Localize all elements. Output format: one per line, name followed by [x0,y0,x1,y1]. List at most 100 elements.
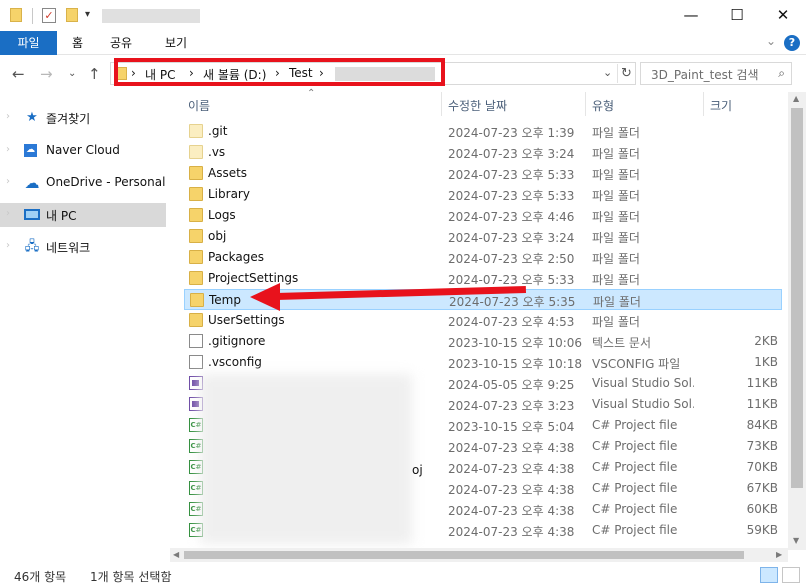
tab-home[interactable]: 홈 [72,31,83,55]
column-divider[interactable] [703,92,704,116]
scroll-up-icon[interactable]: ▲ [793,94,799,103]
table-row[interactable]: Assets 2024-07-23 오후 5:33 파일 폴더 [184,163,782,184]
expand-icon[interactable]: › [6,144,10,155]
nav-item-network[interactable]: › 🖧 네트워크 [0,235,166,259]
file-name: Assets [208,166,248,180]
file-type: Visual Studio Sol... [592,397,694,411]
folder-icon [189,187,203,201]
vertical-scroll-thumb[interactable] [791,108,803,488]
table-row[interactable]: obj 2024-07-23 오후 3:24 파일 폴더 [184,226,782,247]
window-title-redacted [102,9,200,23]
file-type: Visual Studio Sol... [592,376,694,390]
maximize-button[interactable]: ☐ [714,0,760,31]
column-name[interactable]: 이름 [188,97,210,114]
network-icon: 🖧 [24,239,40,254]
nav-item-my-pc[interactable]: › 내 PC [0,203,166,227]
help-icon[interactable]: ? [784,35,800,51]
refresh-icon[interactable]: ↻ [617,64,635,83]
expand-icon[interactable]: › [6,208,10,219]
column-divider[interactable] [441,92,442,116]
file-date: 2024-07-23 오후 4:38 [448,483,575,497]
table-row[interactable]: .gitignore 2023-10-15 오후 10:06 텍스트 문서 2KB [184,331,782,352]
column-header: ⌃ 이름 수정한 날짜 유형 크기 [170,88,790,116]
file-name: .vs [208,145,226,159]
file-name: Logs [208,208,236,222]
file-size: 60KB [746,502,778,516]
table-row[interactable]: Logs 2024-07-23 오후 4:46 파일 폴더 [184,205,782,226]
column-divider[interactable] [585,92,586,116]
expand-icon[interactable]: › [6,176,10,187]
tab-file[interactable]: 파일 [0,31,57,55]
horizontal-scrollbar[interactable]: ◀ ▶ [170,548,788,562]
close-button[interactable]: ✕ [760,0,806,31]
file-type: C# Project file [592,439,678,453]
file-date: 2024-07-23 오후 1:39 [448,126,575,140]
ribbon-collapse-icon[interactable]: ⌄ [766,34,776,48]
file-name: Packages [208,250,264,264]
file-type: C# Project file [592,418,678,432]
nav-item-onedrive[interactable]: › ☁ OneDrive - Personal [0,171,166,195]
file-date: 2024-07-23 오후 3:24 [448,231,575,245]
scroll-down-icon[interactable]: ▼ [793,536,799,545]
navigation-pane: › ★ 즐겨찾기 › ☁ Naver Cloud › ☁ OneDrive - … [0,92,170,560]
file-name: .gitignore [208,334,266,348]
scroll-right-icon[interactable]: ▶ [776,550,782,559]
tab-view[interactable]: 보기 [165,31,187,55]
folder-icon [189,166,203,180]
nav-item-label: 즐겨찾기 [46,112,91,126]
title-bar: ✓ ▾ — ☐ ✕ [0,0,806,31]
table-row[interactable]: .git 2024-07-23 오후 1:39 파일 폴더 [184,121,782,142]
table-row[interactable]: Library 2024-07-23 오후 5:33 파일 폴더 [184,184,782,205]
file-date: 2023-10-15 오후 5:04 [448,420,575,434]
up-arrow-icon[interactable]: ↑ [88,65,101,83]
divider [32,8,33,24]
file-size: 70KB [746,460,778,474]
file-date: 2024-07-23 오후 5:35 [449,295,576,309]
column-type[interactable]: 유형 [592,97,614,114]
document-icon [189,334,203,348]
column-size[interactable]: 크기 [710,97,732,114]
file-type: VSCONFIG 파일 [592,357,681,371]
properties-icon[interactable]: ✓ [42,8,56,23]
vertical-scrollbar[interactable]: ▲ ▼ [788,92,806,550]
status-bar: 46개 항목 1개 항목 선택함 [0,562,806,588]
annotation-arrow-head [250,283,280,311]
nav-item-label: OneDrive - Personal [46,175,166,189]
file-size: 73KB [746,439,778,453]
expand-icon[interactable]: › [6,240,10,251]
nav-item-quick-access[interactable]: › ★ 즐겨찾기 [0,106,166,130]
back-arrow-icon[interactable]: ← [12,65,25,83]
column-date-modified[interactable]: 수정한 날짜 [448,97,507,114]
table-row[interactable]: Packages 2024-07-23 오후 2:50 파일 폴더 [184,247,782,268]
file-size: 2KB [754,334,778,348]
onedrive-icon: ☁ [24,174,40,192]
scroll-left-icon[interactable]: ◀ [173,550,179,559]
file-type: C# Project file [592,481,678,495]
large-icons-view-icon[interactable] [782,567,800,583]
file-size: 11KB [746,397,778,411]
expand-icon[interactable]: › [6,111,10,122]
new-folder-icon[interactable] [66,8,78,22]
search-box[interactable]: 3D_Paint_test 검색 ⌕ [640,62,792,85]
tab-share[interactable]: 공유 [110,31,132,55]
folder-icon [190,293,204,307]
nav-item-naver-cloud[interactable]: › ☁ Naver Cloud [0,139,166,163]
folder-icon [189,271,203,285]
recent-locations-icon[interactable]: ⌄ [68,68,76,79]
table-row[interactable]: .vsconfig 2023-10-15 오후 10:18 VSCONFIG 파일 1… [184,352,782,373]
horizontal-scroll-thumb[interactable] [184,551,744,559]
file-name: ProjectSettings [208,271,299,285]
details-view-icon[interactable] [760,567,778,583]
quick-access-dropdown-icon[interactable]: ▾ [85,9,90,20]
file-date: 2024-07-23 오후 4:53 [448,315,575,329]
address-dropdown-icon[interactable]: ⌄ [603,66,612,79]
table-row[interactable]: UserSettings 2024-07-23 오후 4:53 파일 폴더 [184,310,782,331]
table-row[interactable]: .vs 2024-07-23 오후 3:24 파일 폴더 [184,142,782,163]
nav-item-label: Naver Cloud [46,143,120,157]
forward-arrow-icon[interactable]: → [40,65,53,83]
search-placeholder: 3D_Paint_test 검색 [651,68,759,82]
file-date: 2024-07-23 오후 3:23 [448,399,575,413]
file-date: 2024-07-23 오후 4:38 [448,504,575,518]
minimize-button[interactable]: — [668,0,714,31]
item-count: 46개 항목 [14,570,67,584]
